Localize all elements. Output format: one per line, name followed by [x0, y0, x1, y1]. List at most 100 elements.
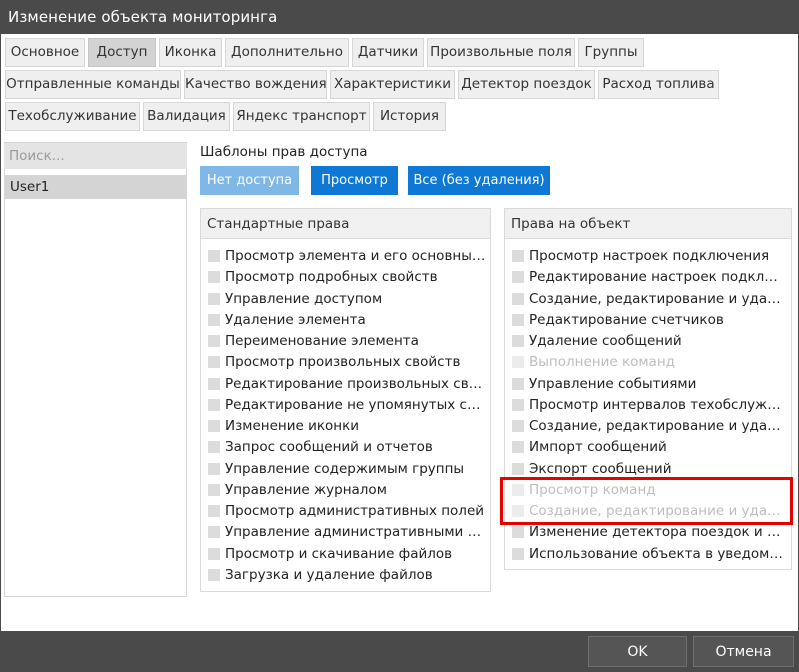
permission-checkbox[interactable]: [208, 250, 220, 262]
permission-label: Удаление элемента: [225, 311, 366, 328]
permission-row[interactable]: Просмотр подробных свойств: [201, 267, 490, 288]
permission-checkbox[interactable]: [512, 547, 524, 560]
permission-row[interactable]: Редактирование настроек подключения: [505, 267, 791, 288]
object-rights-panel: Права на объект Просмотр настроек подклю…: [504, 208, 792, 570]
permission-checkbox[interactable]: [208, 462, 220, 475]
tab-kachestvo-vozhdeniya[interactable]: Качество вождения: [184, 70, 327, 99]
permission-checkbox[interactable]: [512, 398, 524, 411]
tab-datchiki[interactable]: Датчики: [352, 38, 424, 67]
permission-label: Запрос сообщений и отчетов: [225, 439, 433, 456]
permission-row[interactable]: Удаление сообщений: [505, 331, 791, 352]
permission-label: Редактирование произвольных свойств: [225, 375, 486, 392]
tab-detektor-poezdok[interactable]: Детектор поездок: [458, 70, 595, 99]
permission-checkbox[interactable]: [512, 526, 524, 539]
permission-row[interactable]: Редактирование произвольных свойств: [201, 374, 490, 395]
permission-row[interactable]: Просмотр настроек подключения: [505, 246, 791, 267]
tab-gruppy[interactable]: Группы: [578, 38, 644, 67]
permission-checkbox[interactable]: [208, 335, 220, 348]
permission-row[interactable]: Управление событиями: [505, 374, 791, 395]
permission-row[interactable]: Редактирование счетчиков: [505, 310, 791, 331]
permission-label: Загрузка и удаление файлов: [225, 566, 433, 583]
view-button[interactable]: Просмотр: [311, 166, 398, 195]
tab-harakteristiki[interactable]: Характеристики: [330, 70, 455, 99]
permission-row[interactable]: Редактирование не упомянутых свойств: [201, 395, 490, 416]
permission-checkbox[interactable]: [512, 250, 524, 262]
permission-row[interactable]: Создание, редактирование и удаление датч…: [505, 289, 791, 310]
permission-checkbox[interactable]: [208, 547, 220, 560]
permission-label: Импорт сообщений: [529, 439, 667, 456]
permission-label: Управление событиями: [529, 375, 697, 392]
permission-row[interactable]: Управление доступом: [201, 289, 490, 310]
permission-label: Просмотр команд: [529, 481, 656, 498]
permission-checkbox[interactable]: [208, 420, 220, 433]
permission-label: Просмотр административных полей: [225, 503, 485, 520]
permission-row[interactable]: Создание, редактирование и удаление инте…: [505, 416, 791, 437]
permission-checkbox[interactable]: [512, 441, 524, 454]
permission-checkbox[interactable]: [512, 377, 524, 390]
tab-dostup[interactable]: Доступ: [88, 38, 156, 67]
permission-row[interactable]: Загрузка и удаление файлов: [201, 565, 490, 586]
permission-row[interactable]: Импорт сообщений: [505, 437, 791, 458]
tab-ikonka[interactable]: Иконка: [159, 38, 222, 67]
permission-checkbox[interactable]: [208, 377, 220, 390]
permission-row[interactable]: Просмотр интервалов техобслуживания: [505, 395, 791, 416]
all-no-delete-button[interactable]: Все (без удаления): [408, 166, 550, 195]
permission-checkbox[interactable]: [208, 356, 220, 369]
permission-checkbox[interactable]: [208, 441, 220, 454]
object-rights-header: Права на объект: [505, 209, 791, 239]
tab-tehobsluzhivanie[interactable]: Техобслуживание: [5, 102, 140, 131]
permission-checkbox[interactable]: [208, 398, 220, 411]
permission-checkbox[interactable]: [208, 568, 220, 581]
permission-checkbox[interactable]: [512, 313, 524, 326]
permission-checkbox[interactable]: [208, 505, 220, 518]
permission-row[interactable]: Запрос сообщений и отчетов: [201, 437, 490, 458]
permission-row[interactable]: Управление журналом: [201, 480, 490, 501]
permission-checkbox[interactable]: [512, 420, 524, 433]
cancel-button[interactable]: Отмена: [693, 636, 794, 667]
user-search-input[interactable]: [4, 143, 187, 169]
permission-row: Создание, редактирование и удаление кома…: [505, 501, 791, 522]
permission-checkbox[interactable]: [208, 313, 220, 326]
permission-label: Просмотр элемента и его основных свойств: [225, 248, 486, 264]
user-list-pane: [4, 142, 187, 597]
dialog-window: Изменение объекта мониторинга Основное Д…: [0, 0, 799, 672]
permission-label: Создание, редактирование и удаление датч…: [529, 290, 787, 307]
permission-row[interactable]: Управление содержимым группы: [201, 459, 490, 480]
no-access-button[interactable]: Нет доступа: [200, 166, 299, 195]
permission-row[interactable]: Экспорт сообщений: [505, 459, 791, 480]
permission-checkbox[interactable]: [512, 292, 524, 305]
permission-row[interactable]: Просмотр произвольных свойств: [201, 352, 490, 373]
tab-proizvolnye-polya[interactable]: Произвольные поля: [427, 38, 575, 67]
permission-checkbox[interactable]: [512, 462, 524, 475]
permission-checkbox[interactable]: [208, 483, 220, 496]
permission-checkbox[interactable]: [208, 526, 220, 539]
permission-row[interactable]: Управление административными полями: [201, 522, 490, 543]
permission-label: Управление журналом: [225, 481, 387, 498]
permission-checkbox[interactable]: [208, 292, 220, 305]
permission-row[interactable]: Использование объекта в уведомлениях: [505, 544, 791, 565]
permission-row[interactable]: Переименование элемента: [201, 331, 490, 352]
tab-validaciya[interactable]: Валидация: [143, 102, 230, 131]
tab-osnovnoe[interactable]: Основное: [5, 38, 85, 67]
tab-rashod-topliva[interactable]: Расход топлива: [598, 70, 719, 99]
permission-row[interactable]: Просмотр административных полей: [201, 501, 490, 522]
tab-dopolnitelno[interactable]: Дополнительно: [225, 38, 349, 67]
permission-row[interactable]: Изменение детектора поездок и расхода то…: [505, 522, 791, 543]
standard-rights-list: Просмотр элемента и его основных свойств…: [201, 246, 490, 586]
permission-checkbox[interactable]: [512, 335, 524, 348]
permission-row[interactable]: Удаление элемента: [201, 310, 490, 331]
permission-row[interactable]: Просмотр элемента и его основных свойств: [201, 246, 490, 267]
permission-label: Экспорт сообщений: [529, 460, 672, 477]
user-list-item[interactable]: User1: [4, 175, 187, 199]
permission-row[interactable]: Просмотр и скачивание файлов: [201, 544, 490, 565]
ok-button[interactable]: OK: [588, 636, 687, 667]
tab-istoriya[interactable]: История: [373, 102, 446, 131]
permission-checkbox[interactable]: [208, 271, 220, 284]
permission-checkbox[interactable]: [512, 271, 524, 284]
standard-rights-header: Стандартные права: [201, 209, 490, 239]
title-bar[interactable]: Изменение объекта мониторинга: [0, 0, 799, 34]
permission-row: Выполнение команд: [505, 352, 791, 373]
tab-yandeks-transport[interactable]: Яндекс транспорт: [233, 102, 370, 131]
permission-row[interactable]: Изменение иконки: [201, 416, 490, 437]
tab-otpravlennye-komandy[interactable]: Отправленные команды: [5, 70, 181, 99]
